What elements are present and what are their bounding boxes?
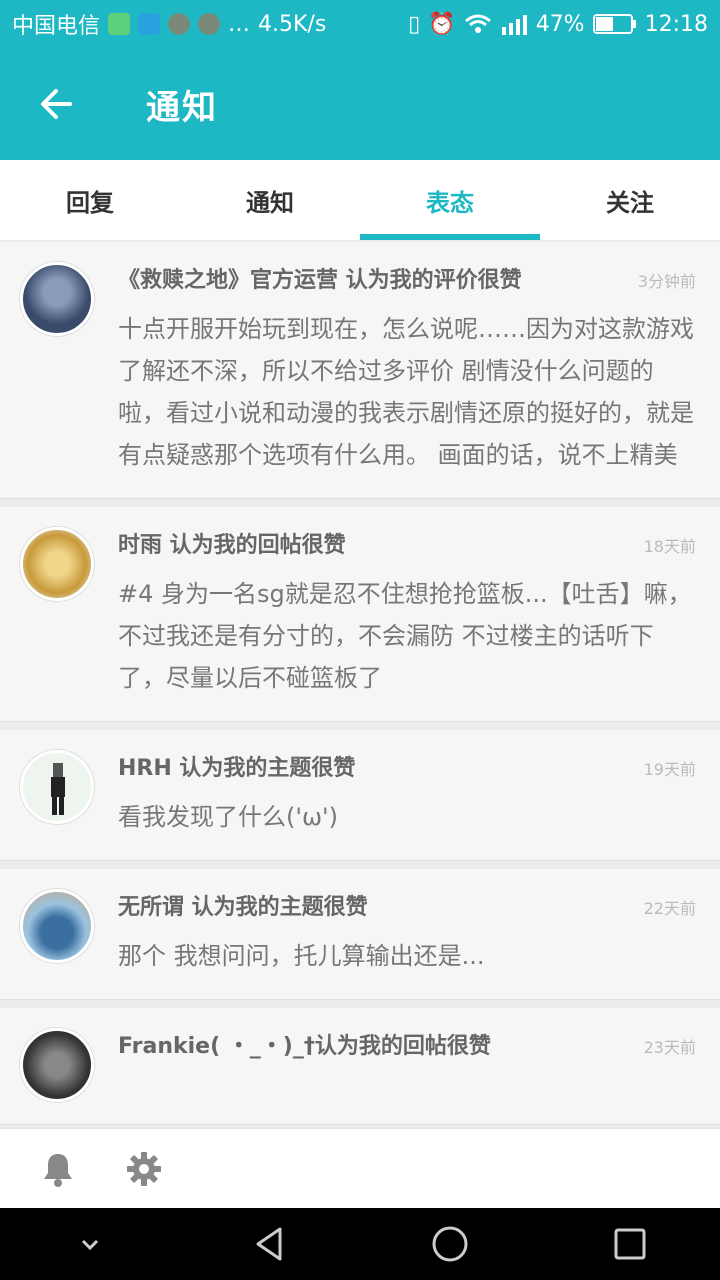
avatar[interactable] xyxy=(20,262,94,336)
avatar[interactable] xyxy=(20,750,94,824)
clock-label: 12:18 xyxy=(644,11,708,37)
tab-reaction[interactable]: 表态 xyxy=(360,160,540,240)
item-time: 23天前 xyxy=(643,1038,696,1057)
item-title: 时雨 认为我的回帖很赞 xyxy=(118,533,346,558)
app-header: 通知 xyxy=(0,48,720,160)
tab-reply[interactable]: 回复 xyxy=(0,160,180,240)
list-item[interactable]: 《救赎之地》官方运营 认为我的评价很赞 3分钟前 十点开服开始玩到现在，怎么说呢… xyxy=(0,242,720,499)
avatar-figure xyxy=(51,763,65,815)
notifications-button[interactable] xyxy=(40,1151,76,1187)
item-body: 看我发现了什么('ω') xyxy=(118,803,339,831)
top-bar: 中国电信 … 4.5K/s ▯ ⏰ 47% 12:18 通知 xyxy=(0,0,720,160)
avatar[interactable] xyxy=(20,1028,94,1102)
notification-list: 《救赎之地》官方运营 认为我的评价很赞 3分钟前 十点开服开始玩到现在，怎么说呢… xyxy=(0,242,720,1128)
list-item[interactable]: 时雨 认为我的回帖很赞 18天前 #4 身为一名sg就是忍不住想抢抢篮板...【… xyxy=(0,507,720,722)
tab-label: 表态 xyxy=(426,188,474,217)
carrier-label: 中国电信 xyxy=(12,14,101,39)
status-bar: 中国电信 … 4.5K/s ▯ ⏰ 47% 12:18 xyxy=(0,0,720,48)
list-item[interactable]: Frankie( ・_・)_†认为我的回帖很赞 23天前 xyxy=(0,1008,720,1125)
item-title: HRH 认为我的主题很赞 xyxy=(118,756,356,781)
shield-icon xyxy=(108,13,131,35)
tab-label: 回复 xyxy=(66,188,114,217)
nav-back-button[interactable] xyxy=(246,1220,294,1268)
alarm-icon: ⏰ xyxy=(428,11,456,37)
tap-icon xyxy=(138,13,161,35)
app-icon xyxy=(168,13,191,35)
page-title: 通知 xyxy=(146,87,218,128)
signal-icon xyxy=(501,15,527,35)
wifi-icon xyxy=(464,14,491,33)
back-button[interactable] xyxy=(36,84,76,124)
item-body: 十点开服开始玩到现在，怎么说呢……因为对这款游戏了解还不深，所以不给过多评价 剧… xyxy=(118,315,694,469)
bell-icon xyxy=(44,1153,72,1187)
item-time: 19天前 xyxy=(643,760,696,779)
tab-follow[interactable]: 关注 xyxy=(540,160,720,240)
speed-label: 4.5K/s xyxy=(258,11,327,37)
item-time: 22天前 xyxy=(643,899,696,918)
item-body: 那个 我想问问，托儿算输出还是... xyxy=(118,942,485,970)
nav-home-button[interactable] xyxy=(426,1220,474,1268)
system-nav-bar xyxy=(0,1208,720,1280)
nav-recents-button[interactable] xyxy=(606,1220,654,1268)
tab-label: 关注 xyxy=(606,188,654,217)
chevron-down-icon xyxy=(81,1239,99,1251)
tab-notice[interactable]: 通知 xyxy=(180,160,360,240)
home-circle-icon xyxy=(432,1226,468,1262)
gear-icon xyxy=(127,1151,161,1186)
avatar[interactable] xyxy=(20,889,94,963)
item-time: 3分钟前 xyxy=(637,272,696,291)
item-title: 《救赎之地》官方运营 认为我的评价很赞 xyxy=(118,268,522,293)
item-title: 无所谓 认为我的主题很赞 xyxy=(118,895,368,920)
vibrate-icon: ▯ xyxy=(408,11,421,37)
list-item[interactable]: HRH 认为我的主题很赞 19天前 看我发现了什么('ω') xyxy=(0,730,720,861)
bottom-bar xyxy=(0,1128,720,1208)
nav-collapse-button[interactable] xyxy=(66,1220,114,1268)
battery-label: 47% xyxy=(535,11,585,37)
tab-label: 通知 xyxy=(246,188,294,217)
arrow-left-icon xyxy=(41,89,72,119)
back-triangle-icon xyxy=(256,1227,282,1261)
recents-square-icon xyxy=(614,1228,646,1260)
app-icon xyxy=(198,13,221,35)
settings-button[interactable] xyxy=(126,1151,162,1187)
more-icon: … xyxy=(228,11,251,37)
item-body: #4 身为一名sg就是忍不住想抢抢篮板...【吐舌】嘛，不过我还是有分寸的，不会… xyxy=(118,580,692,692)
list-item[interactable]: 无所谓 认为我的主题很赞 22天前 那个 我想问问，托儿算输出还是... xyxy=(0,869,720,1000)
avatar[interactable] xyxy=(20,527,94,601)
item-title: Frankie( ・_・)_†认为我的回帖很赞 xyxy=(118,1034,491,1059)
tab-bar: 回复 通知 表态 关注 xyxy=(0,160,720,240)
battery-icon xyxy=(592,14,636,34)
item-time: 18天前 xyxy=(643,537,696,556)
